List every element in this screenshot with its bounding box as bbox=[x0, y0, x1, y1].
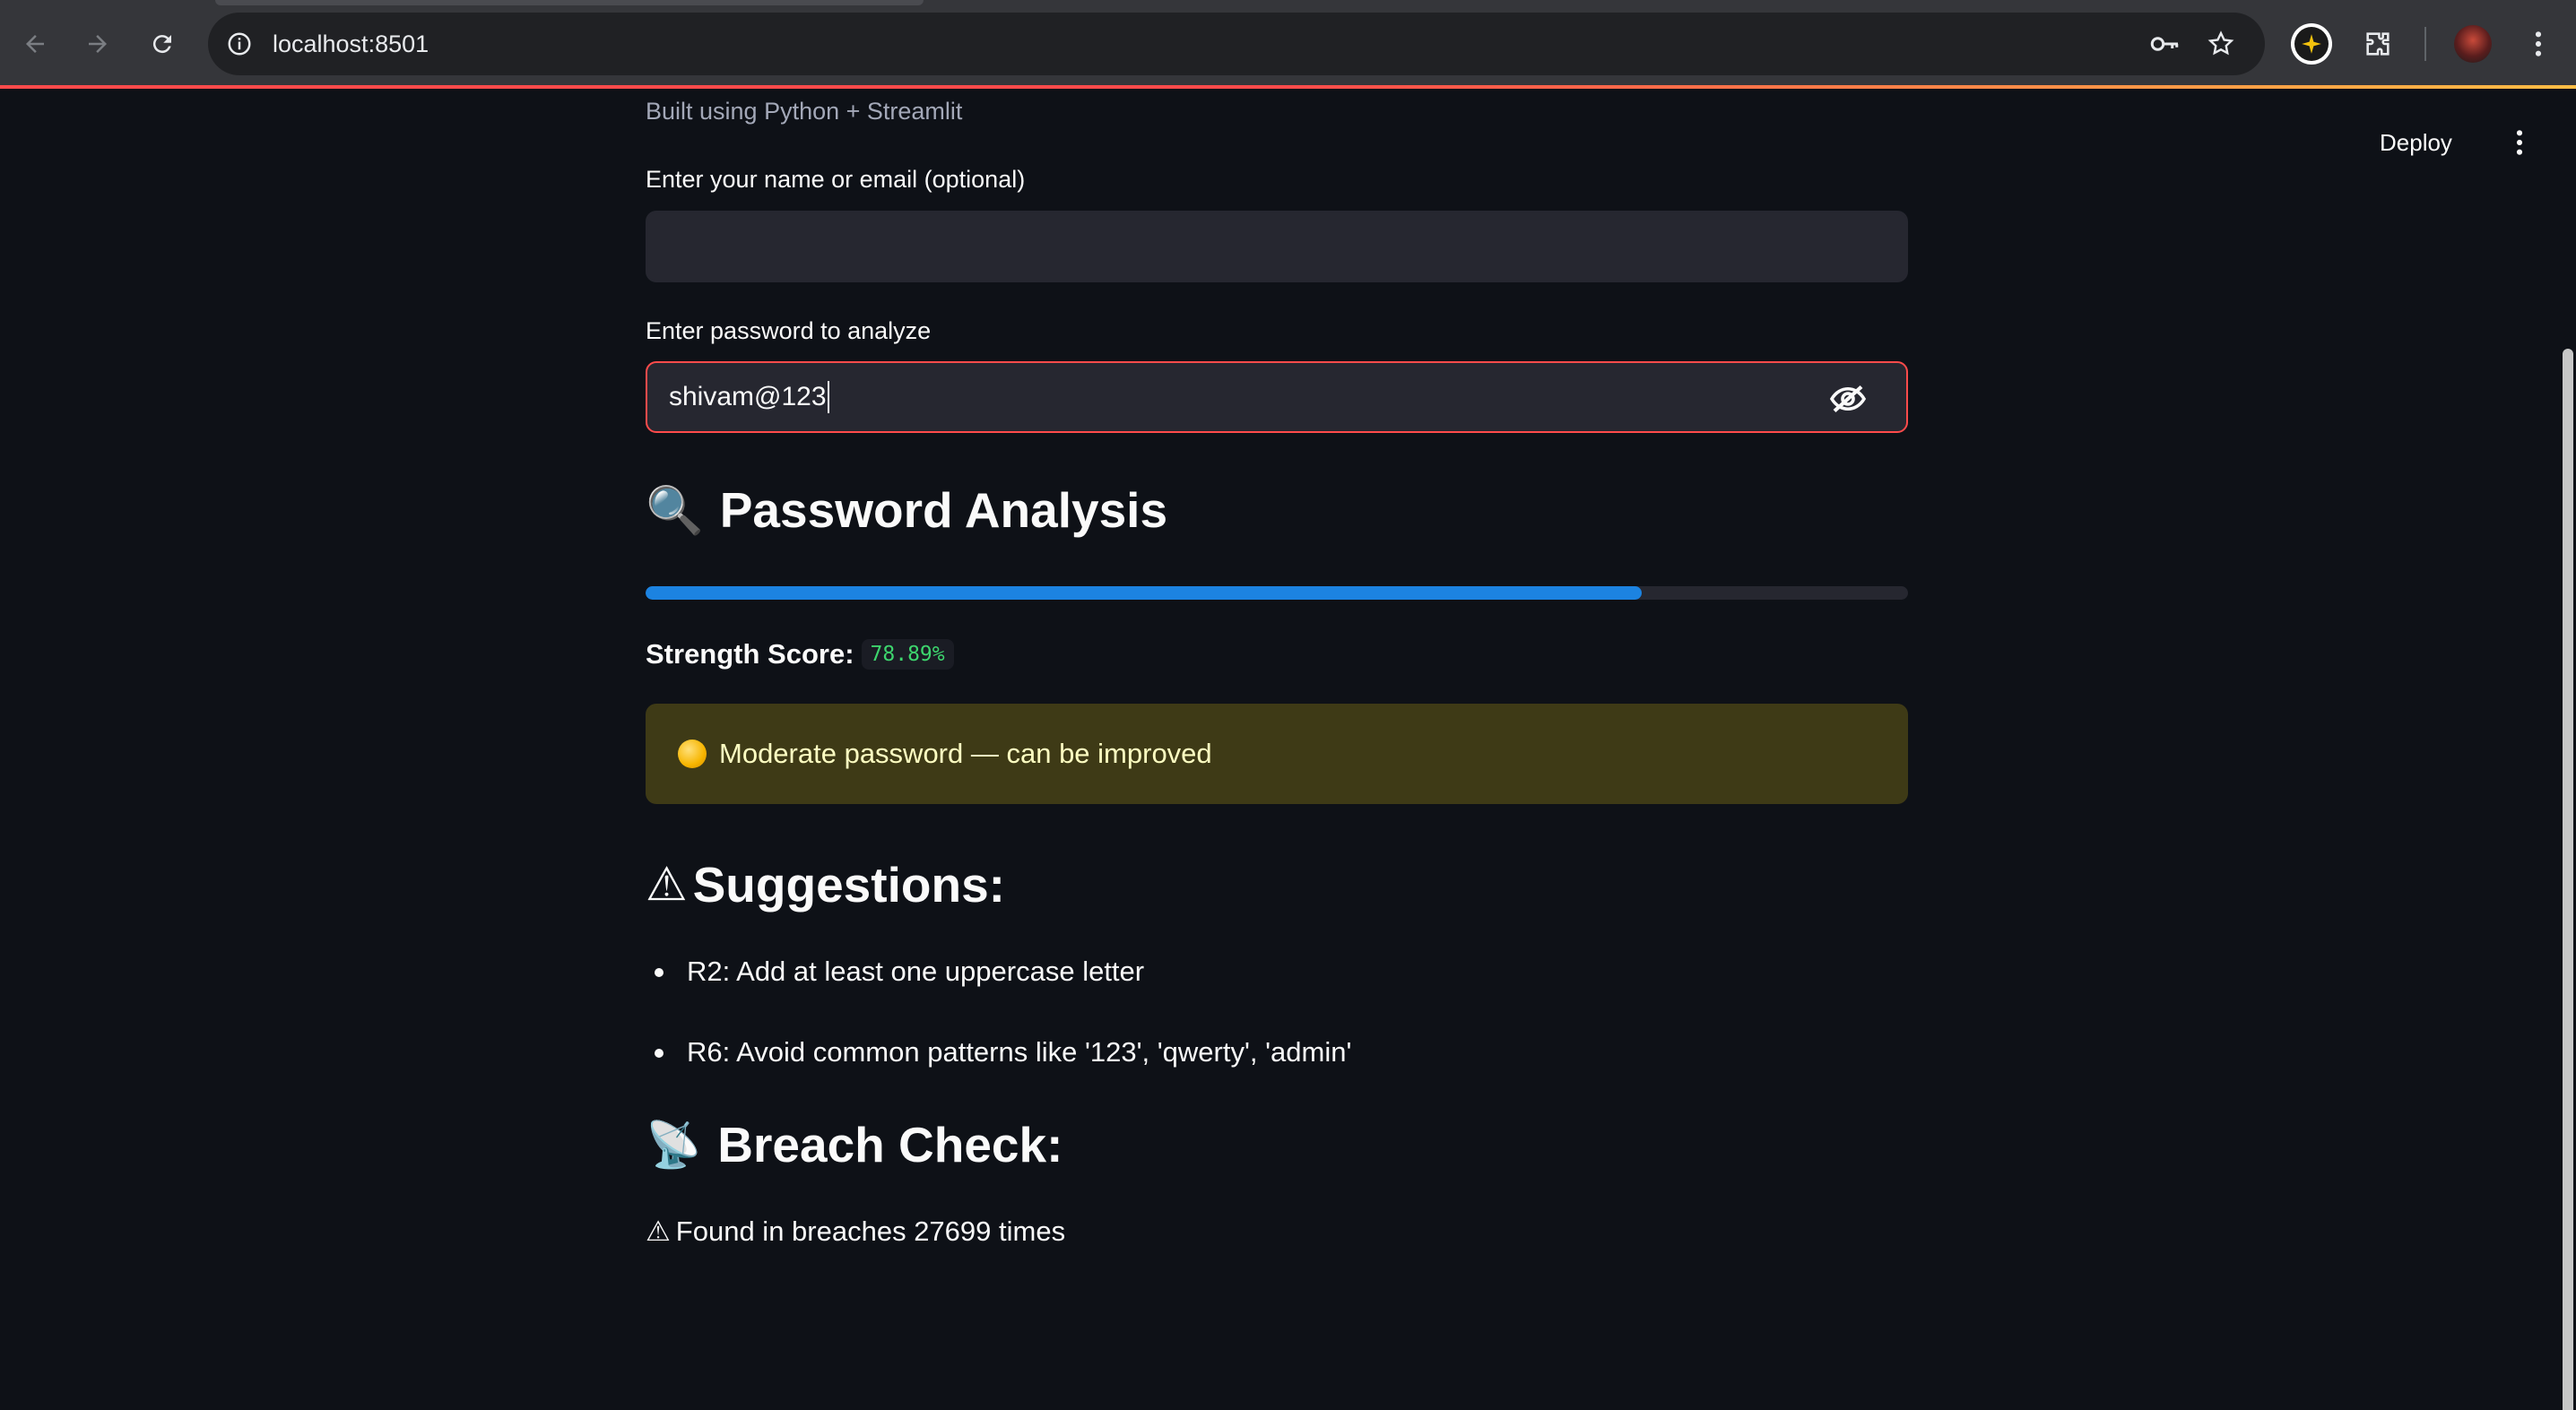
profile-avatar[interactable] bbox=[2452, 23, 2494, 65]
suggestions-list: R2: Add at least one uppercase letter R6… bbox=[646, 949, 1908, 1075]
password-analysis-heading: 🔍 Password Analysis bbox=[646, 474, 1908, 546]
extensions-button[interactable] bbox=[2357, 23, 2398, 65]
magnifier-icon: 🔍 bbox=[646, 484, 704, 537]
breach-check-heading: 📡 Breach Check: bbox=[646, 1109, 1908, 1181]
strength-score-row: Strength Score: 78.89% bbox=[646, 634, 1908, 675]
text-caret bbox=[827, 381, 829, 413]
arrow-right-icon bbox=[89, 35, 107, 53]
breach-result-text: Found in breaches 27699 times bbox=[675, 1215, 1066, 1247]
password-value: shivam@123 bbox=[669, 382, 827, 411]
eye-off-icon bbox=[1829, 385, 1867, 413]
reload-icon bbox=[152, 35, 171, 54]
password-input[interactable]: shivam@123 bbox=[646, 361, 1908, 433]
url-text[interactable]: localhost:8501 bbox=[273, 30, 429, 58]
breach-check-title: Breach Check: bbox=[717, 1117, 1063, 1172]
name-input-label: Enter your name or email (optional) bbox=[646, 166, 1026, 193]
warning-icon: ⚠ bbox=[646, 859, 688, 911]
name-email-input[interactable] bbox=[646, 211, 1908, 282]
key-icon bbox=[2150, 37, 2179, 51]
list-item: R2: Add at least one uppercase letter bbox=[646, 949, 1908, 994]
breach-result: ⚠ Found in breaches 27699 times bbox=[646, 1211, 1908, 1252]
toggle-visibility-button[interactable] bbox=[1829, 381, 1867, 417]
password-analysis-title: Password Analysis bbox=[719, 482, 1168, 538]
reload-button[interactable] bbox=[142, 23, 183, 65]
star-icon bbox=[2207, 30, 2234, 56]
active-tab-edge[interactable] bbox=[215, 0, 924, 5]
warning-icon: ⚠ bbox=[646, 1215, 671, 1247]
password-manager-button[interactable] bbox=[2144, 23, 2185, 65]
app-caption: Built using Python + Streamlit bbox=[646, 98, 963, 125]
strength-status-alert: Moderate password — can be improved bbox=[646, 704, 1908, 804]
streamlit-app: Deploy Built using Python + Streamlit En… bbox=[0, 89, 2576, 1410]
back-button[interactable] bbox=[14, 23, 56, 65]
site-info-button[interactable] bbox=[219, 23, 260, 65]
kebab-icon bbox=[2516, 130, 2523, 155]
page-scrollbar[interactable] bbox=[2563, 349, 2573, 1410]
yellow-circle-icon bbox=[678, 740, 707, 768]
browser-menu-button[interactable] bbox=[2518, 23, 2559, 65]
password-input-label: Enter password to analyze bbox=[646, 317, 932, 344]
strength-progress-fill bbox=[646, 586, 1642, 600]
bookmark-button[interactable] bbox=[2200, 23, 2242, 65]
strength-status-text: Moderate password — can be improved bbox=[719, 738, 1212, 769]
kebab-icon bbox=[2535, 31, 2542, 56]
strength-score-label: Strength Score: bbox=[646, 638, 854, 670]
suggestions-heading: ⚠ Suggestions: bbox=[646, 849, 1908, 921]
address-bar[interactable]: localhost:8501 bbox=[208, 13, 2265, 75]
arrow-left-icon bbox=[26, 35, 44, 53]
sparkle-icon bbox=[2291, 23, 2332, 65]
strength-progress-bar bbox=[646, 586, 1908, 600]
extension-badge-button[interactable] bbox=[2291, 23, 2332, 65]
satellite-dish-icon: 📡 bbox=[646, 1119, 702, 1170]
info-icon bbox=[228, 32, 251, 56]
app-menu-button[interactable] bbox=[2503, 123, 2536, 162]
list-item: R6: Avoid common patterns like '123', 'q… bbox=[646, 1030, 1908, 1075]
forward-button[interactable] bbox=[77, 23, 118, 65]
suggestions-title: Suggestions: bbox=[692, 857, 1005, 913]
strength-score-value: 78.89% bbox=[861, 639, 954, 670]
puzzle-icon bbox=[2366, 32, 2390, 56]
browser-toolbar: localhost:8501 bbox=[0, 0, 2576, 87]
toolbar-divider bbox=[2424, 27, 2426, 61]
deploy-button[interactable]: Deploy bbox=[2380, 125, 2452, 160]
